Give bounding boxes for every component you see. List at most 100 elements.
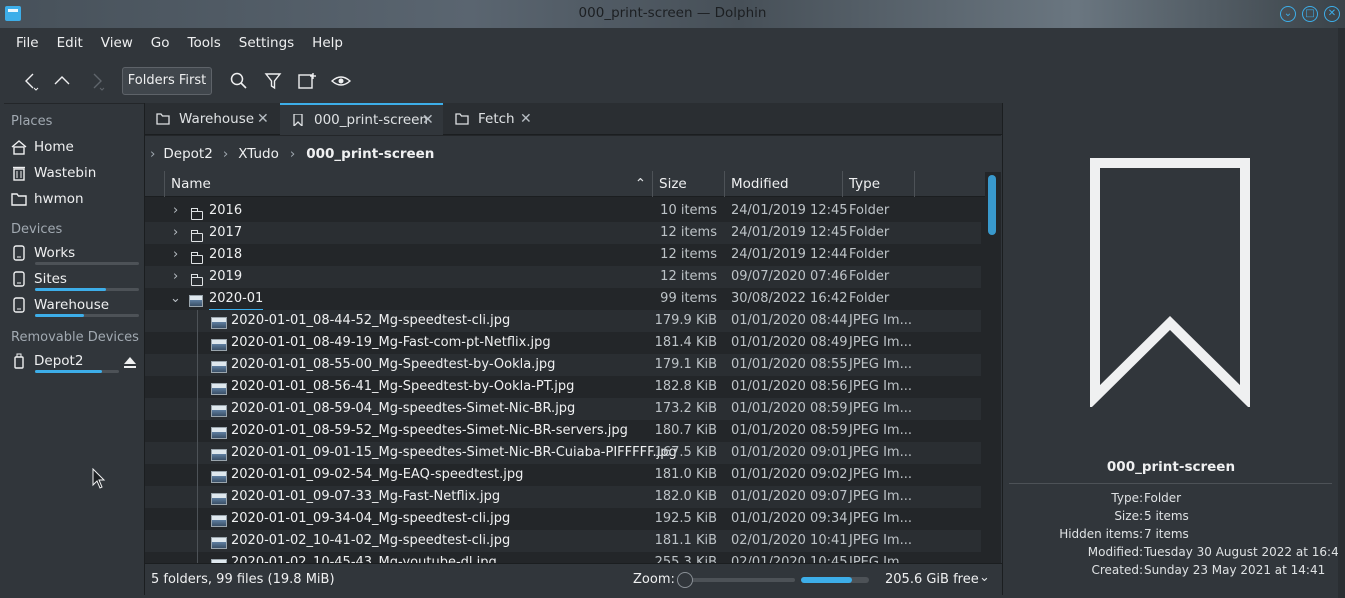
- table-row[interactable]: 2020-01-01_09-34-04_Mg-speedtest-cli.jpg…: [145, 508, 981, 530]
- table-row[interactable]: 2020-01-01_08-44-52_Mg-speedtest-cli.jpg…: [145, 310, 981, 332]
- file-modified: 01/01/2020 08:49: [731, 335, 848, 350]
- back-icon[interactable]: [20, 70, 42, 92]
- close-tab-icon[interactable]: ✕: [257, 111, 269, 127]
- expand-arrow-icon[interactable]: ›: [173, 244, 178, 266]
- image-thumbnail-icon: [211, 425, 227, 439]
- sidebar-item-home[interactable]: Home: [10, 136, 74, 158]
- table-row[interactable]: 2020-01-01_08-59-04_Mg-speedtes-Simet-Ni…: [145, 398, 981, 420]
- capacity-bar: [35, 314, 139, 317]
- zoom-slider-handle[interactable]: [677, 572, 693, 588]
- status-summary: 5 folders, 99 files (19.8 MiB): [151, 572, 335, 587]
- tab-warehouse[interactable]: Warehouse ✕: [145, 103, 279, 135]
- eject-icon[interactable]: [123, 355, 137, 369]
- column-modified[interactable]: Modified: [725, 171, 843, 197]
- menu-tools[interactable]: Tools: [179, 35, 230, 51]
- expand-column-header: [145, 171, 165, 197]
- column-type[interactable]: Type: [843, 171, 915, 197]
- table-row[interactable]: 2020-01-01_09-02-54_Mg-EAQ-speedtest.jpg…: [145, 464, 981, 486]
- file-size: 179.9 KiB: [654, 313, 717, 328]
- file-modified: 01/01/2020 08:55: [731, 357, 848, 372]
- file-type: JPEG Im...: [849, 533, 912, 548]
- table-row[interactable]: 2020-01-01_09-07-33_Mg-Fast-Netflix.jpg 1…: [145, 486, 981, 508]
- sidebar-item-label: Depot2: [34, 353, 84, 369]
- preview-eye-icon[interactable]: [330, 70, 352, 92]
- usb-drive-icon: [10, 353, 28, 369]
- forward-icon[interactable]: [86, 70, 108, 92]
- chevron-down-icon[interactable]: ⌄: [979, 570, 990, 585]
- breadcrumb-current[interactable]: 000_print-screen: [306, 146, 434, 162]
- breadcrumb-item[interactable]: Depot2: [163, 146, 212, 162]
- file-size: 12 items: [660, 247, 717, 262]
- tab-000-print-screen[interactable]: 000_print-screen ✕: [280, 103, 443, 135]
- sidebar-item-label: Sites: [34, 271, 67, 287]
- breadcrumb-item[interactable]: XTudo: [238, 146, 279, 162]
- table-row[interactable]: › 2019 12 items 09/07/2020 07:46 Folder: [145, 266, 981, 288]
- maximize-icon[interactable]: □: [1302, 6, 1318, 22]
- table-row[interactable]: 2020-01-01_08-49-19_Mg-Fast-com-pt-Netfl…: [145, 332, 981, 354]
- image-thumbnail-icon: [211, 469, 227, 483]
- table-row[interactable]: 2020-01-02_10-45-43_Mg-youtube-dl.jpg 255…: [145, 552, 981, 563]
- image-thumbnail-icon: [211, 491, 227, 505]
- table-row[interactable]: ⌄ 2020-01 99 items 30/08/2022 16:42 Folder: [145, 288, 981, 310]
- tab-label: 000_print-screen: [314, 112, 428, 128]
- file-size: 181.4 KiB: [654, 335, 717, 350]
- sidebar-item-hwmon[interactable]: hwmon: [10, 188, 84, 210]
- menu-go[interactable]: Go: [142, 35, 179, 51]
- file-type: JPEG Im...: [849, 313, 912, 328]
- sidebar-item-works[interactable]: Works: [10, 242, 75, 264]
- close-tab-icon[interactable]: ✕: [422, 112, 434, 128]
- filter-icon[interactable]: [262, 70, 284, 92]
- table-row[interactable]: 2020-01-01_08-56-41_Mg-Speedtest-by-Ookl…: [145, 376, 981, 398]
- sidebar-item-wastebin[interactable]: Wastebin: [10, 162, 96, 184]
- expand-arrow-icon[interactable]: ›: [173, 200, 178, 222]
- menu-view[interactable]: View: [92, 35, 142, 51]
- file-modified: 24/01/2019 12:44: [731, 247, 848, 262]
- file-type: JPEG Im...: [849, 489, 912, 504]
- table-row[interactable]: › 2016 10 items 24/01/2019 12:45 Folder: [145, 200, 981, 222]
- folder-icon: [190, 250, 203, 264]
- menu-file[interactable]: File: [7, 35, 48, 51]
- close-icon[interactable]: ✕: [1324, 6, 1340, 22]
- file-type: Folder: [849, 225, 890, 240]
- tree-line: [197, 398, 198, 420]
- up-icon[interactable]: [51, 70, 73, 92]
- free-space-text[interactable]: 205.6 GiB free: [885, 572, 979, 587]
- expand-arrow-icon[interactable]: ›: [173, 222, 178, 244]
- file-type: JPEG Im...: [849, 511, 912, 526]
- close-tab-icon[interactable]: ✕: [520, 111, 532, 127]
- file-name: 2020-01-01_09-07-33_Mg-Fast-Netflix.jpg: [231, 489, 501, 504]
- file-name: 2020-01-02_10-45-43_Mg-youtube-dl.jpg: [231, 555, 497, 563]
- menu-settings[interactable]: Settings: [230, 35, 303, 51]
- table-row[interactable]: 2020-01-01_08-55-00_Mg-Speedtest-by-Ookl…: [145, 354, 981, 376]
- vertical-scrollbar[interactable]: [987, 171, 997, 563]
- search-icon[interactable]: [228, 70, 250, 92]
- file-name: 2020-01-01_09-01-15_Mg-speedtes-Simet-Ni…: [231, 445, 677, 460]
- sidebar-item-depot2[interactable]: Depot2: [10, 350, 83, 372]
- drive-icon: [10, 245, 28, 261]
- column-size[interactable]: Size: [653, 171, 725, 197]
- table-row[interactable]: › 2017 12 items 24/01/2019 12:45 Folder: [145, 222, 981, 244]
- sidebar-item-warehouse[interactable]: Warehouse: [10, 294, 109, 316]
- tab-fetch[interactable]: Fetch ✕: [444, 103, 540, 135]
- tree-line: [197, 442, 198, 464]
- places-section-title: Places: [11, 114, 53, 129]
- file-name: 2020-01-01_08-44-52_Mg-speedtest-cli.jpg: [231, 313, 511, 328]
- minimize-icon[interactable]: ⌄: [1280, 6, 1296, 22]
- scrollbar-thumb[interactable]: [988, 175, 996, 235]
- divider: [1009, 483, 1332, 484]
- split-view-icon[interactable]: [296, 70, 318, 92]
- table-row[interactable]: › 2018 12 items 24/01/2019 12:44 Folder: [145, 244, 981, 266]
- column-name[interactable]: Name ⌃: [165, 171, 653, 197]
- zoom-slider[interactable]: [677, 572, 795, 588]
- table-row[interactable]: 2020-01-01_09-01-15_Mg-speedtes-Simet-Ni…: [145, 442, 981, 464]
- folders-first-button[interactable]: Folders First: [122, 67, 212, 95]
- file-modified: 02/01/2020 10:41: [731, 533, 848, 548]
- table-row[interactable]: 2020-01-01_08-59-52_Mg-speedtes-Simet-Ni…: [145, 420, 981, 442]
- menu-help[interactable]: Help: [303, 35, 352, 51]
- menu-edit[interactable]: Edit: [48, 35, 92, 51]
- table-row[interactable]: 2020-01-02_10-41-02_Mg-speedtest-cli.jpg…: [145, 530, 981, 552]
- image-thumbnail-icon: [211, 315, 227, 329]
- expand-arrow-icon[interactable]: ›: [173, 266, 178, 288]
- sidebar-item-sites[interactable]: Sites: [10, 268, 67, 290]
- collapse-arrow-icon[interactable]: ⌄: [170, 288, 181, 310]
